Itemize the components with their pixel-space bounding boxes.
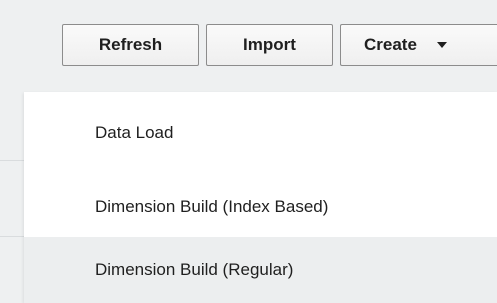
menu-item-dimension-build-index-based[interactable]: Dimension Build (Index Based) xyxy=(24,174,497,240)
menu-item-label: Dimension Build (Index Based) xyxy=(95,197,329,216)
menu-item-dimension-build-regular[interactable]: Dimension Build (Regular) xyxy=(24,237,497,303)
chevron-down-icon xyxy=(436,42,447,48)
create-button-label: Create xyxy=(364,35,417,54)
background-divider xyxy=(0,160,24,161)
create-dropdown-button[interactable]: Create xyxy=(340,24,497,66)
menu-item-label: Dimension Build (Regular) xyxy=(95,260,294,279)
toolbar: Refresh Import Create xyxy=(0,0,497,92)
refresh-button[interactable]: Refresh xyxy=(62,24,199,66)
create-dropdown-menu: Data Load Dimension Build (Index Based) … xyxy=(24,92,497,303)
import-button[interactable]: Import xyxy=(206,24,333,66)
background-divider xyxy=(0,236,24,237)
menu-item-data-load[interactable]: Data Load xyxy=(24,100,497,166)
menu-item-label: Data Load xyxy=(95,123,174,142)
